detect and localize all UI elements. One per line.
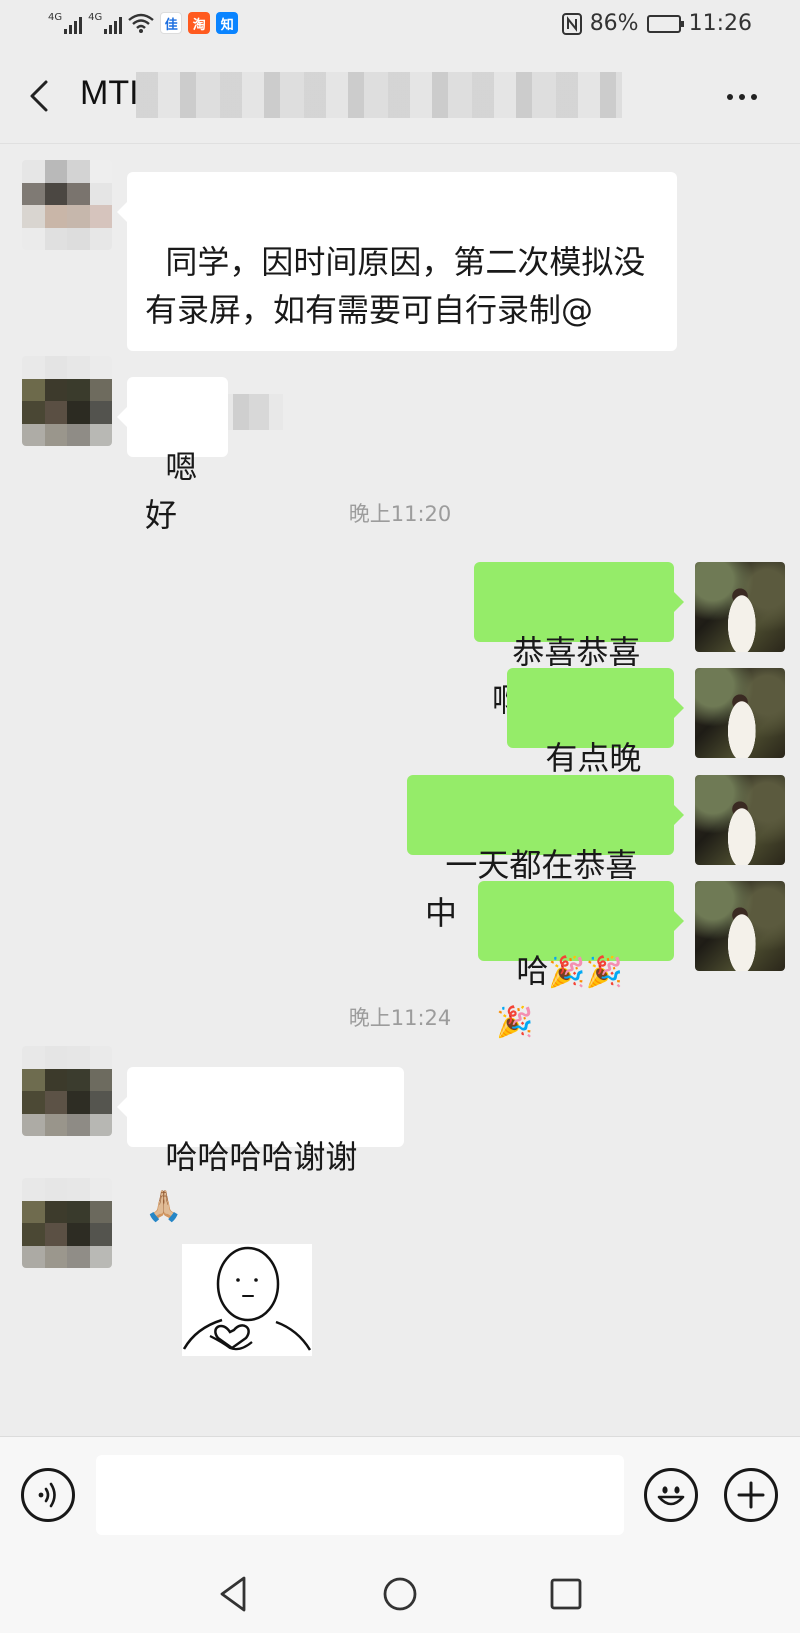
- avatar-self[interactable]: [695, 562, 785, 652]
- plus-icon: [737, 1481, 765, 1509]
- sticker-heart-hands[interactable]: [182, 1244, 312, 1356]
- nav-back-button[interactable]: [212, 1572, 256, 1616]
- smiley-icon: [657, 1486, 685, 1506]
- message-bubble-incoming[interactable]: 哈哈哈哈谢谢 🙏🏼: [117, 1067, 404, 1224]
- timestamp: 晚上11:24: [348, 1006, 452, 1030]
- nav-recents-button[interactable]: [544, 1572, 588, 1616]
- status-bar: 4G 4G 佳 淘 知 86% 11:26: [0, 0, 800, 48]
- avatar-contact-blurred[interactable]: [22, 1178, 112, 1268]
- avatar-contact-blurred[interactable]: [22, 356, 112, 446]
- message-bubble-outgoing[interactable]: 恭喜恭喜啊: [474, 562, 684, 719]
- message-bubble-outgoing[interactable]: 哈🎉🎉🎉: [478, 881, 684, 1040]
- app-icon-orange: 淘: [188, 12, 211, 34]
- nav-recents-icon: [550, 1578, 582, 1610]
- cell-signal-icon: 4G: [48, 12, 83, 34]
- message-bubble-outgoing[interactable]: 有点晚了: [507, 668, 684, 825]
- message-bubble-outgoing[interactable]: 一天都在恭喜中: [407, 775, 684, 932]
- clock: 11:26: [688, 11, 752, 36]
- battery-icon: [646, 14, 684, 33]
- nav-home-icon: [383, 1577, 417, 1611]
- avatar-mosaic: [22, 160, 112, 250]
- emoji-button[interactable]: [644, 1468, 698, 1522]
- voice-input-button[interactable]: [21, 1468, 75, 1522]
- title-redaction: [136, 72, 622, 118]
- chat-title: MTI: [80, 74, 139, 112]
- avatar-contact-blurred[interactable]: [22, 1046, 112, 1136]
- avatar-mosaic: [22, 356, 112, 446]
- system-nav-bar: [0, 1556, 800, 1633]
- avatar-self[interactable]: [695, 881, 785, 971]
- message-text: 哈哈哈哈谢谢: [165, 1138, 358, 1176]
- chat-input-bar: [0, 1436, 800, 1556]
- network-type-label: 4G: [48, 12, 63, 23]
- chevron-left-icon: [30, 80, 48, 112]
- avatar-mosaic: [22, 1178, 112, 1268]
- more-options-button[interactable]: [720, 82, 764, 112]
- folded-hands-emoji: 🙏🏼: [145, 1189, 183, 1224]
- sticker-face-icon: [182, 1246, 312, 1351]
- timestamp: 晚上11:20: [348, 502, 452, 526]
- wifi-icon: [128, 13, 155, 33]
- avatar-mosaic: [22, 1046, 112, 1136]
- message-bubble-incoming[interactable]: 同学，因时间原因，第二次模拟没 有录屏，如有需要可自行录制@: [117, 172, 677, 430]
- cell-signal-icon-2: 4G: [88, 12, 123, 34]
- avatar-self[interactable]: [695, 668, 785, 758]
- nfc-icon: [561, 12, 582, 35]
- more-functions-button[interactable]: [724, 1468, 778, 1522]
- voice-icon: [38, 1482, 56, 1508]
- network-type-label-2: 4G: [88, 12, 103, 23]
- message-text: 哈: [516, 952, 549, 990]
- app-icon-blue: 佳: [160, 12, 183, 34]
- message-bubble-incoming[interactable]: 嗯好: [117, 377, 228, 534]
- chat-header: MTI: [0, 48, 800, 144]
- avatar-contact-blurred[interactable]: [22, 160, 112, 250]
- nav-home-button[interactable]: [378, 1572, 422, 1616]
- nav-back-icon: [220, 1576, 246, 1612]
- message-text: 同学，因时间原因，第二次模拟没 有录屏，如有需要可自行录制@: [145, 243, 646, 329]
- avatar-self[interactable]: [695, 775, 785, 865]
- status-right: 86% 11:26: [561, 11, 752, 36]
- status-left: 4G 4G 佳 淘 知: [48, 12, 239, 34]
- battery-percent: 86%: [589, 11, 639, 36]
- app-icon-zhihu: 知: [216, 12, 239, 34]
- back-button[interactable]: [20, 74, 60, 118]
- message-input[interactable]: [96, 1455, 624, 1535]
